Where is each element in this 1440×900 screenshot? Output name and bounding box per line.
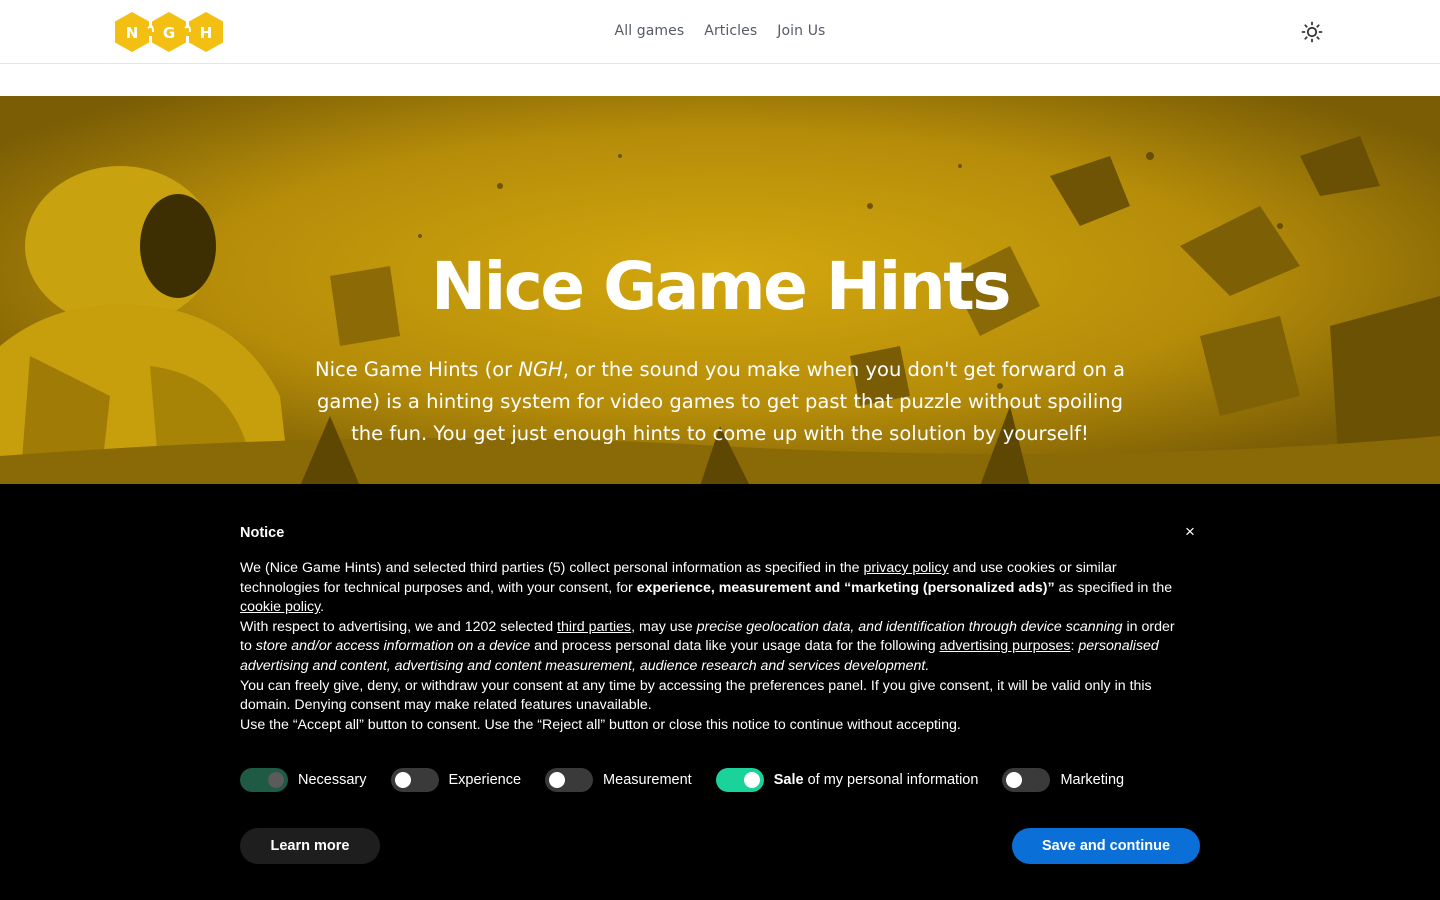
consent-toggles: Necessary Experience Measurement Sale of… xyxy=(240,768,1148,792)
nav-articles[interactable]: Articles xyxy=(704,23,757,39)
toggle-label: Marketing xyxy=(1060,772,1125,788)
toggle-measurement[interactable]: Measurement xyxy=(545,768,692,792)
third-parties-link[interactable]: third parties xyxy=(557,619,631,635)
toggle-sale-personal-info[interactable]: Sale of my personal information xyxy=(715,768,979,792)
hero-title: Nice Game Hints xyxy=(430,248,1012,325)
notice-title: Notice xyxy=(240,525,285,541)
hero-description: Nice Game Hints (or NGH, or the sound yo… xyxy=(314,358,1126,445)
toggle-label: Necessary xyxy=(298,772,367,788)
nav-all-games[interactable]: All games xyxy=(615,23,685,39)
toggle-label: Sale of my personal information xyxy=(773,772,979,788)
learn-more-button[interactable]: Learn more xyxy=(240,828,380,864)
cookie-policy-link[interactable]: cookie policy xyxy=(240,599,320,615)
privacy-policy-link[interactable]: privacy policy xyxy=(863,560,948,576)
hero-banner: Nice Game Hints Nice Game Hints (or NGH,… xyxy=(0,96,1440,486)
cookie-consent-banner: Notice × We (Nice Game Hints) and select… xyxy=(0,484,1440,900)
notice-paragraph-1: We (Nice Game Hints) and selected third … xyxy=(240,560,1173,616)
toggle-marketing[interactable]: Marketing xyxy=(1002,768,1124,792)
toggle-necessary[interactable]: Necessary xyxy=(240,768,367,792)
notice-paragraph-2: With respect to advertising, we and 1202… xyxy=(240,618,1175,674)
marketing-switch[interactable] xyxy=(1002,768,1051,792)
close-icon[interactable]: × xyxy=(1180,522,1200,542)
main-nav: All games Articles Join Us xyxy=(0,0,1440,62)
sun-icon[interactable] xyxy=(1300,20,1324,44)
toggle-label: Measurement xyxy=(603,772,692,788)
measurement-switch[interactable] xyxy=(545,768,594,792)
necessary-switch[interactable] xyxy=(240,768,288,792)
nav-join-us[interactable]: Join Us xyxy=(777,23,825,39)
notice-paragraph-4: Use the “Accept all” button to consent. … xyxy=(240,716,961,733)
notice-body: We (Nice Game Hints) and selected third … xyxy=(240,559,1180,735)
toggle-experience[interactable]: Experience xyxy=(390,768,522,792)
site-header: N G H All games Articles Join Us xyxy=(0,0,1440,64)
save-and-continue-button[interactable]: Save and continue xyxy=(1012,828,1200,864)
toggle-label: Experience xyxy=(448,772,522,788)
advertising-purposes-link[interactable]: advertising purposes xyxy=(940,638,1071,654)
sale-personal-info-switch[interactable] xyxy=(715,768,764,792)
experience-switch[interactable] xyxy=(390,768,439,792)
notice-paragraph-3: You can freely give, deny, or withdraw y… xyxy=(240,677,1152,714)
